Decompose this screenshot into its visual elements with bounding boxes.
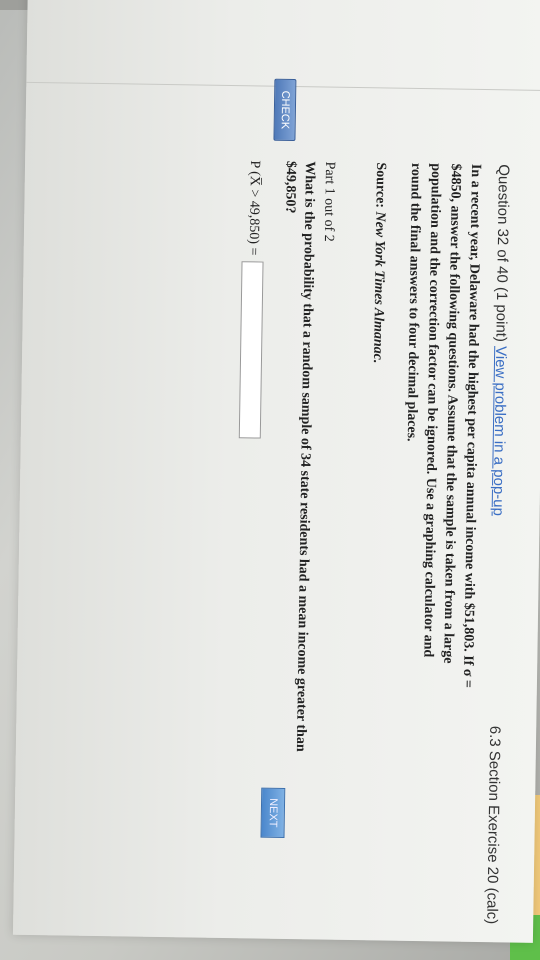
check-button[interactable]: CHECK (273, 78, 297, 142)
part-label: Part 1 out of 2 (320, 161, 338, 242)
popup-link[interactable]: View problem in a pop-up (490, 346, 510, 516)
answer-input[interactable] (238, 261, 264, 439)
question-number: Question 32 of 40 (1 point) (492, 164, 513, 343)
screen: Question 32 of 40 (1 point) View problem… (12, 0, 540, 943)
next-button[interactable]: NEXT (260, 787, 286, 838)
problem-text: In a recent year, Delaware had the highe… (403, 162, 484, 689)
source-label: Source: (372, 162, 389, 209)
question-header: Question 32 of 40 (1 point) View problem… (490, 164, 513, 516)
section-label: 6.3 Section Exercise 20 (calc) (483, 725, 504, 925)
source-name: New York Times Almanac. (369, 211, 388, 364)
part-question: What is the probability that a random sa… (282, 160, 318, 752)
probability-expression-row: P (X̅ > 49,850) = (238, 160, 265, 439)
source-line: Source: New York Times Almanac. (369, 162, 388, 363)
probability-expression: P (X̅ > 49,850) = (245, 160, 263, 256)
